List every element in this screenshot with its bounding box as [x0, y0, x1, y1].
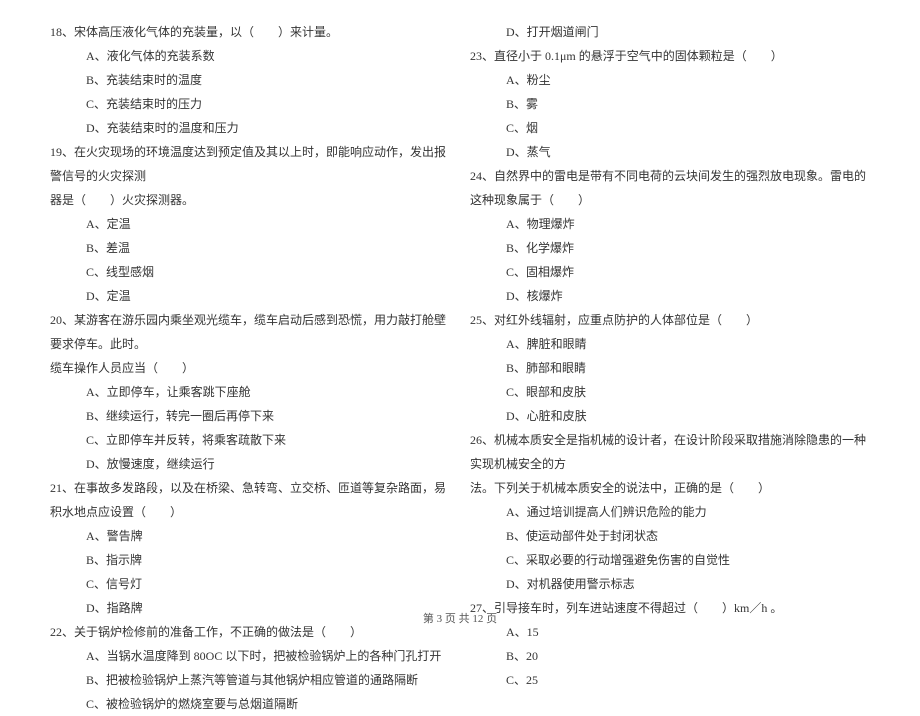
q20-opt-b: B、继续运行，转完一圈后再停下来 — [50, 404, 450, 428]
q25-opt-a: A、脾脏和眼睛 — [470, 332, 870, 356]
q22-opt-a: A、当锅水温度降到 80OC 以下时，把被检验锅炉上的各种门孔打开 — [50, 644, 450, 668]
q23-opt-b: B、雾 — [470, 92, 870, 116]
q18-opt-c: C、充装结束时的压力 — [50, 92, 450, 116]
q26-opt-d: D、对机器使用警示标志 — [470, 572, 870, 596]
left-column: 18、宋体高压液化气体的充装量，以（ ）来计量。 A、液化气体的充装系数 B、充… — [40, 20, 460, 600]
q23-opt-c: C、烟 — [470, 116, 870, 140]
q26-opt-c: C、采取必要的行动增强避免伤害的自觉性 — [470, 548, 870, 572]
q23-opt-d: D、蒸气 — [470, 140, 870, 164]
q20-opt-c: C、立即停车并反转，将乘客疏散下来 — [50, 428, 450, 452]
q26-opt-a: A、通过培训提高人们辨识危险的能力 — [470, 500, 870, 524]
q18-opt-b: B、充装结束时的温度 — [50, 68, 450, 92]
q26-line2: 法。下列关于机械本质安全的说法中，正确的是（ ） — [470, 476, 870, 500]
q21-text: 21、在事故多发路段，以及在桥梁、急转弯、立交桥、匝道等复杂路面，易积水地点应设… — [50, 476, 450, 524]
q20-opt-d: D、放慢速度，继续运行 — [50, 452, 450, 476]
q24-opt-c: C、固相爆炸 — [470, 260, 870, 284]
exam-page: 18、宋体高压液化气体的充装量，以（ ）来计量。 A、液化气体的充装系数 B、充… — [0, 0, 920, 600]
q24-opt-b: B、化学爆炸 — [470, 236, 870, 260]
q18-opt-d: D、充装结束时的温度和压力 — [50, 116, 450, 140]
q19-opt-a: A、定温 — [50, 212, 450, 236]
q19-opt-b: B、差温 — [50, 236, 450, 260]
q25-opt-b: B、肺部和眼睛 — [470, 356, 870, 380]
q24-text: 24、自然界中的雷电是带有不同电荷的云块间发生的强烈放电现象。雷电的这种现象属于… — [470, 164, 870, 212]
q27-text: 27、引导接车时，列车进站速度不得超过（ ）km／h 。 — [470, 596, 870, 620]
q20-line1: 20、某游客在游乐园内乘坐观光缆车，缆车启动后感到恐慌，用力敲打舱壁要求停车。此… — [50, 308, 450, 356]
q27-opt-b: B、20 — [470, 644, 870, 668]
q20-opt-a: A、立即停车，让乘客跳下座舱 — [50, 380, 450, 404]
q23-opt-a: A、粉尘 — [470, 68, 870, 92]
right-column: D、打开烟道闸门 23、直径小于 0.1μm 的悬浮于空气中的固体颗粒是（ ） … — [460, 20, 880, 600]
q25-opt-c: C、眼部和皮肤 — [470, 380, 870, 404]
q26-opt-b: B、使运动部件处于封闭状态 — [470, 524, 870, 548]
q18-text: 18、宋体高压液化气体的充装量，以（ ）来计量。 — [50, 20, 450, 44]
q21-opt-b: B、指示牌 — [50, 548, 450, 572]
q25-text: 25、对红外线辐射，应重点防护的人体部位是（ ） — [470, 308, 870, 332]
q19-opt-d: D、定温 — [50, 284, 450, 308]
q21-opt-d: D、指路牌 — [50, 596, 450, 620]
q22-opt-c: C、被检验锅炉的燃烧室要与总烟道隔断 — [50, 692, 450, 716]
q27-opt-a: A、15 — [470, 620, 870, 644]
q19-line1: 19、在火灾现场的环境温度达到预定值及其以上时，即能响应动作，发出报警信号的火灾… — [50, 140, 450, 188]
q18-opt-a: A、液化气体的充装系数 — [50, 44, 450, 68]
q24-opt-a: A、物理爆炸 — [470, 212, 870, 236]
q22-opt-d: D、打开烟道闸门 — [470, 20, 870, 44]
q22-text: 22、关于锅炉检修前的准备工作，不正确的做法是（ ） — [50, 620, 450, 644]
q19-opt-c: C、线型感烟 — [50, 260, 450, 284]
q20-line2: 缆车操作人员应当（ ） — [50, 356, 450, 380]
q21-opt-a: A、警告牌 — [50, 524, 450, 548]
q21-opt-c: C、信号灯 — [50, 572, 450, 596]
q26-line1: 26、机械本质安全是指机械的设计者，在设计阶段采取措施消除隐患的一种实现机械安全… — [470, 428, 870, 476]
q25-opt-d: D、心脏和皮肤 — [470, 404, 870, 428]
q24-opt-d: D、核爆炸 — [470, 284, 870, 308]
q23-text: 23、直径小于 0.1μm 的悬浮于空气中的固体颗粒是（ ） — [470, 44, 870, 68]
q27-opt-c: C、25 — [470, 668, 870, 692]
q19-line2: 器是（ ）火灾探测器。 — [50, 188, 450, 212]
q22-opt-b: B、把被检验锅炉上蒸汽等管道与其他锅炉相应管道的通路隔断 — [50, 668, 450, 692]
